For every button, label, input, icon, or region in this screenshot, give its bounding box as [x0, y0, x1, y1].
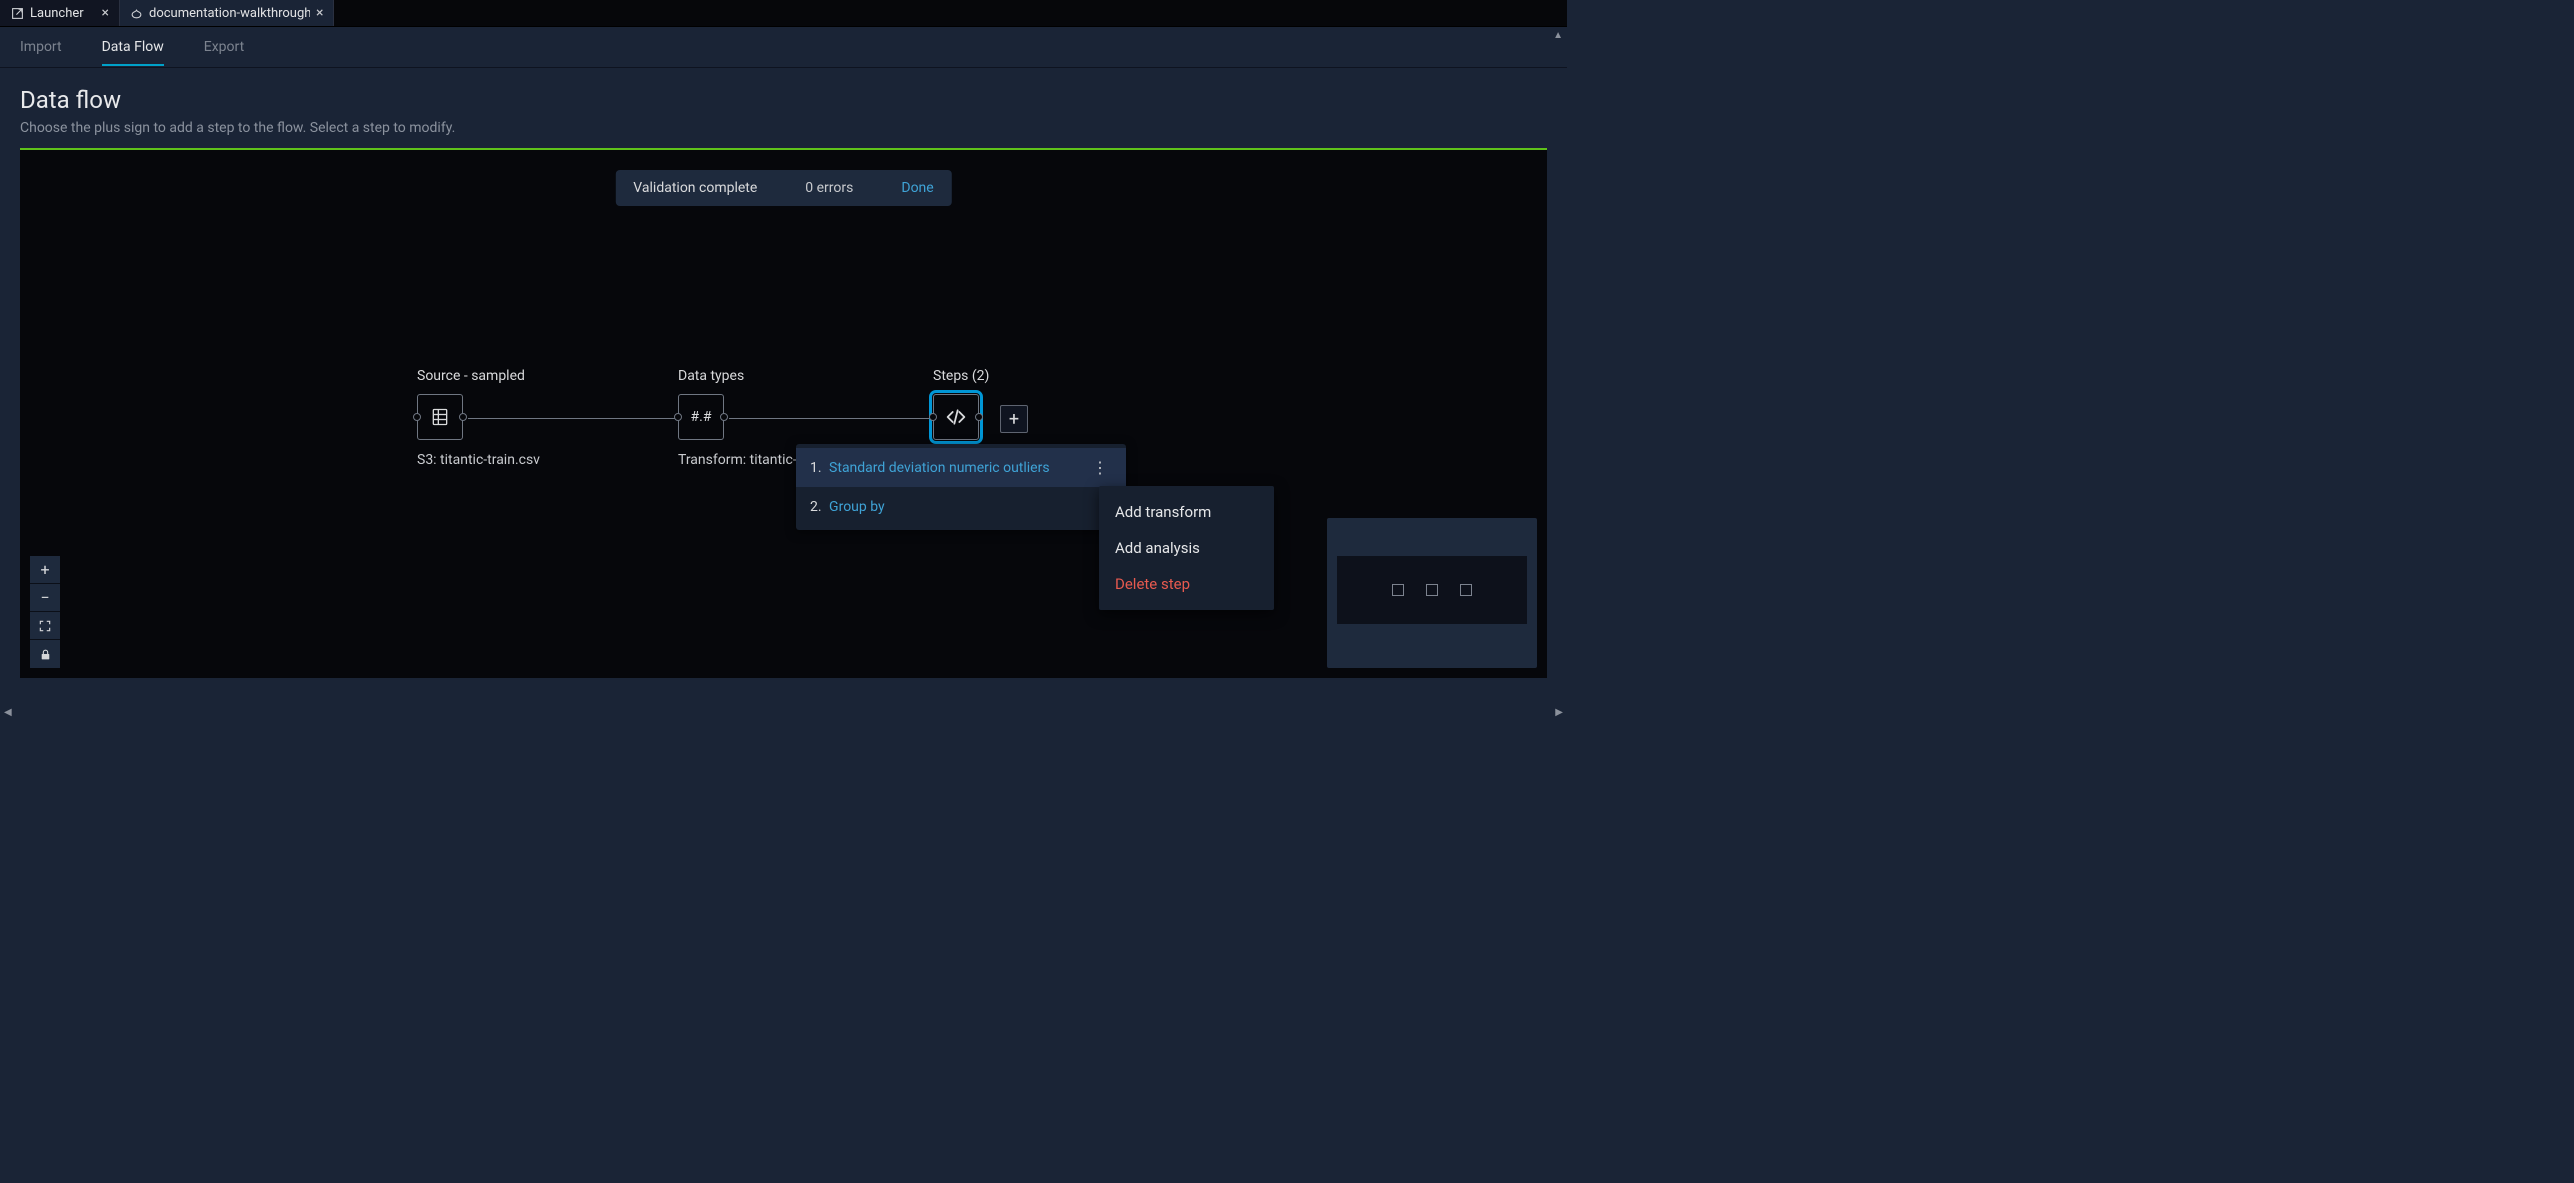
code-icon	[944, 407, 968, 427]
minimap-node	[1460, 584, 1472, 596]
spreadsheet-icon	[430, 407, 450, 427]
node-source-box[interactable]	[417, 394, 463, 440]
validation-status: Validation complete	[633, 180, 757, 196]
validation-errors: 0 errors	[805, 180, 853, 196]
minimap-node	[1426, 584, 1438, 596]
node-source-title: Source - sampled	[417, 368, 540, 384]
kebab-icon[interactable]: ⋮	[1088, 458, 1112, 477]
flow-edge	[468, 418, 679, 419]
step-index: 2.	[810, 499, 822, 515]
launcher-icon	[10, 6, 24, 20]
number-type-icon: #.#	[691, 409, 712, 425]
menu-delete-step[interactable]: Delete step	[1099, 566, 1274, 602]
subnav-import[interactable]: Import	[20, 29, 62, 66]
flow-canvas[interactable]: Validation complete 0 errors Done Source…	[20, 150, 1547, 678]
subnav-export[interactable]: Export	[204, 29, 244, 66]
step-link[interactable]: Standard deviation numeric outliers	[829, 460, 1050, 476]
node-steps[interactable]: Steps (2)	[933, 368, 989, 440]
node-port[interactable]	[674, 413, 682, 421]
sub-nav: Import Data Flow Export	[0, 27, 1567, 68]
tab-launcher[interactable]: Launcher ×	[0, 0, 120, 26]
zoom-in-button[interactable]: +	[30, 556, 60, 584]
tab-documentation[interactable]: documentation-walkthrough- ×	[120, 0, 334, 26]
node-port[interactable]	[459, 413, 467, 421]
step-context-menu: Add transform Add analysis Delete step	[1099, 486, 1274, 610]
node-port[interactable]	[720, 413, 728, 421]
lock-button[interactable]	[30, 640, 60, 668]
tab-documentation-label: documentation-walkthrough-	[149, 6, 310, 21]
page-header: Data flow Choose the plus sign to add a …	[0, 68, 1567, 148]
fit-screen-button[interactable]	[30, 612, 60, 640]
zoom-controls: + −	[30, 556, 60, 668]
add-step-button[interactable]: +	[1000, 405, 1028, 433]
node-port[interactable]	[929, 413, 937, 421]
close-icon[interactable]: ×	[316, 5, 323, 21]
node-types-title: Data types	[678, 368, 801, 384]
tab-launcher-label: Launcher	[30, 6, 84, 21]
zoom-out-button[interactable]: −	[30, 584, 60, 612]
validation-banner: Validation complete 0 errors Done	[615, 170, 951, 206]
validation-done-link[interactable]: Done	[901, 180, 933, 196]
tab-bar: Launcher × documentation-walkthrough- ×	[0, 0, 1567, 27]
node-types-sub: Transform: titantic-t	[678, 452, 801, 468]
step-link[interactable]: Group by	[829, 499, 885, 515]
step-row-2[interactable]: 2. Group by ⋮	[796, 487, 1126, 526]
scroll-left-icon[interactable]: ◀	[4, 707, 12, 718]
scroll-right-icon[interactable]: ▶	[1555, 707, 1563, 718]
node-port[interactable]	[975, 413, 983, 421]
page-hint: Choose the plus sign to add a step to th…	[20, 120, 1547, 136]
flow-edge	[729, 418, 940, 419]
step-row-1[interactable]: 1. Standard deviation numeric outliers ⋮	[796, 448, 1126, 487]
menu-add-analysis[interactable]: Add analysis	[1099, 530, 1274, 566]
node-steps-box[interactable]	[933, 394, 979, 440]
minimap-viewport	[1337, 556, 1527, 624]
node-port[interactable]	[413, 413, 421, 421]
canvas-wrap: Validation complete 0 errors Done Source…	[20, 148, 1547, 678]
close-icon[interactable]: ×	[102, 5, 109, 21]
menu-add-transform[interactable]: Add transform	[1099, 494, 1274, 530]
step-index: 1.	[810, 460, 822, 476]
scroll-up-icon[interactable]: ▲	[1553, 30, 1563, 41]
node-source-sub: S3: titantic-train.csv	[417, 452, 540, 468]
flow-file-icon	[130, 6, 143, 20]
node-types-box[interactable]: #.#	[678, 394, 724, 440]
node-steps-title: Steps (2)	[933, 368, 989, 384]
page-title: Data flow	[20, 86, 1547, 114]
steps-popover: 1. Standard deviation numeric outliers ⋮…	[796, 444, 1126, 530]
minimap-node	[1392, 584, 1404, 596]
minimap[interactable]	[1327, 518, 1537, 668]
subnav-data-flow[interactable]: Data Flow	[102, 29, 164, 66]
